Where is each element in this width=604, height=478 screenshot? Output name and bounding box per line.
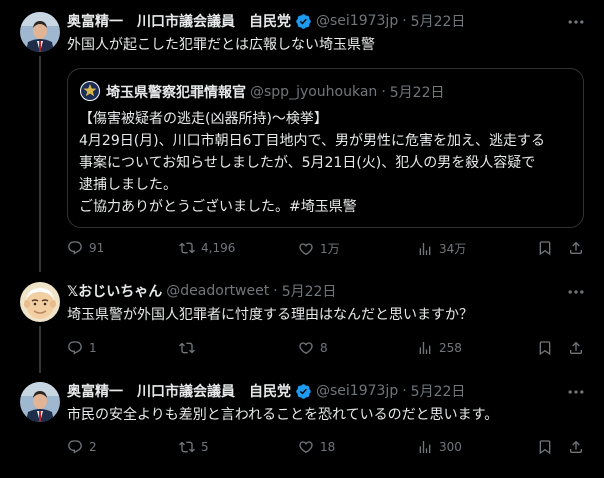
author-name[interactable]: 奥富精一 川口市議会議員 自民党	[67, 11, 291, 31]
bookmark-icon[interactable]	[537, 340, 553, 356]
quote-text-line: 【傷害被疑者の逃走(凶器所持)～検挙】	[79, 111, 328, 127]
reply-icon	[68, 440, 82, 454]
views-count: 258	[439, 341, 462, 355]
retweet-icon	[179, 441, 195, 453]
views-button[interactable]: 300	[417, 439, 462, 455]
views-button[interactable]: 34万	[417, 240, 466, 257]
retweet-count: 4,196	[201, 241, 236, 255]
tweet-header: 奥富精一 川口市議会議員 自民党 @sei1973jp · 5月22日	[67, 11, 466, 31]
retweet-button[interactable]: 4,196	[179, 240, 235, 256]
avatar[interactable]	[20, 382, 60, 422]
author-name[interactable]: 奥富精一 川口市議会議員 自民党	[67, 381, 291, 401]
thread-line	[39, 326, 41, 373]
quote-text-line: 逮捕しました。	[79, 177, 177, 193]
quote-avatar[interactable]	[80, 81, 100, 101]
quote-timestamp[interactable]: 5月22日	[390, 82, 445, 102]
more-icon[interactable]	[566, 282, 586, 302]
share-icon[interactable]	[568, 439, 584, 455]
tweet-header: 奥富精一 川口市議会議員 自民党 @sei1973jp · 5月22日	[67, 381, 466, 401]
timestamp[interactable]: 5月22日	[282, 281, 337, 301]
retweet-count: 5	[201, 440, 209, 454]
avatar[interactable]	[20, 12, 60, 52]
reply-icon	[68, 241, 82, 255]
timestamp[interactable]: 5月22日	[411, 11, 466, 31]
reply-button[interactable]: 2	[67, 439, 97, 455]
like-icon	[299, 441, 313, 454]
author-name[interactable]: 𝕏おじいちゃん	[67, 281, 162, 301]
reply-count: 1	[89, 341, 97, 355]
views-icon	[419, 342, 431, 354]
views-count: 300	[439, 440, 462, 454]
like-icon	[299, 242, 313, 255]
like-button[interactable]: 8	[298, 340, 328, 356]
retweet-icon	[179, 242, 195, 254]
views-button[interactable]: 258	[417, 340, 462, 356]
views-icon	[419, 242, 431, 255]
more-icon[interactable]	[566, 12, 586, 32]
like-button[interactable]: 18	[298, 439, 335, 455]
retweet-button[interactable]: 5	[179, 439, 209, 455]
reply-button[interactable]: 1	[67, 340, 97, 356]
bookmark-icon[interactable]	[537, 240, 553, 256]
retweet-button[interactable]	[179, 340, 201, 356]
like-button[interactable]: 1万	[298, 240, 340, 257]
share-icon[interactable]	[568, 240, 584, 256]
views-count: 34万	[439, 242, 467, 256]
tweet-actions: 91 4,196 1万 34万	[67, 240, 584, 262]
tweet-actions: 2 5 18 300	[67, 439, 584, 461]
tweet-text: 埼玉県警が外国人犯罪者に忖度する理由はなんだと思いますか？	[67, 307, 473, 323]
reply-count: 91	[89, 241, 105, 255]
quote-author-handle[interactable]: @spp_jyouhoukan	[250, 84, 377, 100]
quote-tweet[interactable]: 埼玉県警察犯罪情報官 @spp_jyouhoukan · 5月22日 【傷害被疑…	[67, 68, 584, 228]
like-count: 1万	[320, 242, 340, 256]
retweet-icon	[179, 342, 195, 354]
timestamp[interactable]: 5月22日	[411, 381, 466, 401]
quote-text-line: 4月29日(月)、川口市朝日6丁目地内で、男が男性に危害を加え、逃走する	[79, 133, 545, 149]
quote-author-name[interactable]: 埼玉県警察犯罪情報官	[106, 82, 246, 102]
tweet-header: 𝕏おじいちゃん @deadortweet · 5月22日	[67, 281, 337, 301]
like-count: 8	[320, 341, 328, 355]
views-icon	[419, 441, 431, 453]
quote-text-line: ご協力ありがとうございました。#埼玉県警	[79, 199, 357, 215]
tweet-text: 市民の安全よりも差別と言われることを恐れているのだと思います。	[67, 407, 499, 423]
author-handle[interactable]: @sei1973jp	[316, 383, 398, 399]
share-icon[interactable]	[568, 340, 584, 356]
like-icon	[299, 342, 313, 355]
more-icon[interactable]	[566, 382, 586, 402]
tweet-actions: 1 8 258	[67, 340, 584, 362]
quote-text-line: 事案についてお知らせしましたが、5月21日(火)、犯人の男を殺人容疑で	[79, 155, 536, 171]
reply-count: 2	[89, 440, 97, 454]
reply-icon	[68, 341, 82, 355]
reply-button[interactable]: 91	[67, 240, 104, 256]
author-handle[interactable]: @sei1973jp	[316, 13, 398, 29]
bookmark-icon[interactable]	[537, 439, 553, 455]
tweet-text: 外国人が起こした犯罪だとは広報しない埼玉県警	[67, 37, 375, 53]
thread-line	[39, 56, 41, 272]
avatar[interactable]	[20, 282, 60, 322]
quote-header: 埼玉県警察犯罪情報官 @spp_jyouhoukan · 5月22日	[106, 82, 445, 102]
verified-icon	[296, 383, 311, 399]
verified-icon	[296, 13, 311, 29]
author-handle[interactable]: @deadortweet	[166, 283, 269, 299]
like-count: 18	[320, 440, 336, 454]
